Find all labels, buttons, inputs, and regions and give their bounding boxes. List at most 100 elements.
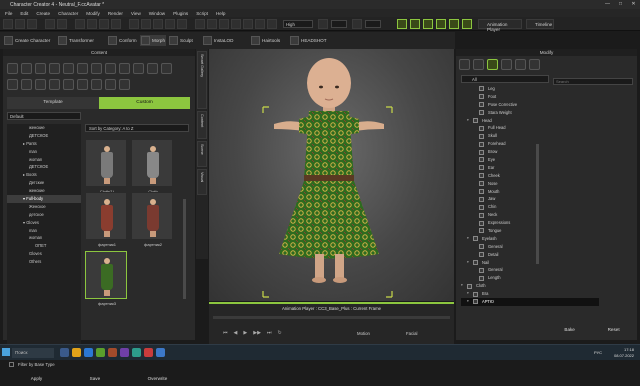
render-icon[interactable] — [318, 19, 328, 29]
head-icon[interactable] — [49, 63, 60, 74]
facial-toggle[interactable]: Facial — [406, 331, 417, 336]
camera-icon[interactable] — [129, 19, 139, 29]
project-icon[interactable] — [7, 63, 18, 74]
collision-icon[interactable] — [436, 19, 446, 29]
content-thumb[interactable]: фартник1 — [85, 192, 127, 247]
visibility-checkbox[interactable] — [479, 110, 484, 116]
menu-plugins[interactable]: Plugins — [173, 11, 188, 16]
motion-icon[interactable] — [161, 63, 172, 74]
tab-transformer[interactable]: Transformer — [57, 35, 97, 46]
morph-tree-item[interactable]: Detail — [461, 251, 599, 259]
save-button[interactable]: Save — [90, 376, 100, 386]
settings-icon[interactable] — [459, 59, 470, 70]
hair-icon[interactable] — [462, 19, 472, 29]
app-icon[interactable] — [156, 348, 165, 357]
shadow-icon[interactable] — [352, 19, 362, 29]
morph-tree-item[interactable]: Pose Corrective — [461, 101, 599, 109]
menu-create[interactable]: Create — [36, 11, 50, 16]
3d-viewport[interactable] — [209, 49, 454, 301]
morph-tree-item[interactable]: Chin — [461, 203, 599, 211]
morph-tree-item[interactable]: General — [461, 266, 599, 274]
pose-icon[interactable] — [147, 63, 158, 74]
sync-icon[interactable] — [423, 19, 433, 29]
zoom-icon[interactable] — [255, 19, 265, 29]
visibility-checkbox[interactable] — [479, 94, 484, 100]
open-icon[interactable] — [15, 19, 25, 29]
prev-frame-icon[interactable]: ◀ — [234, 330, 238, 336]
menu-modify[interactable]: Modify — [86, 11, 100, 16]
maximize-button[interactable]: □ — [614, 0, 627, 9]
select-icon[interactable] — [75, 19, 85, 29]
morph-tree-item[interactable]: Ear — [461, 164, 599, 172]
tree-item[interactable]: Others — [7, 258, 81, 266]
visibility-checkbox[interactable] — [479, 228, 484, 234]
tree-item[interactable]: woman — [7, 234, 81, 242]
view-front-icon[interactable] — [195, 19, 205, 29]
menu-help[interactable]: Help — [216, 11, 225, 16]
tab-custom[interactable]: Custom — [99, 97, 190, 109]
tab-visual[interactable]: Visual — [197, 169, 207, 195]
task-view-icon[interactable] — [60, 348, 69, 357]
filter-base-type-checkbox[interactable]: Filter by Base Type — [9, 359, 60, 369]
physics-icon[interactable] — [449, 19, 459, 29]
morph-tree-item[interactable]: Forehead — [461, 140, 599, 148]
tree-item[interactable]: man — [7, 148, 81, 156]
texture-icon[interactable] — [515, 59, 526, 70]
morph-tree-item[interactable]: Cheek — [461, 172, 599, 180]
character-icon[interactable] — [21, 63, 32, 74]
tree-item[interactable]: детское — [7, 211, 81, 219]
grid-icon[interactable] — [153, 19, 163, 29]
sort-dropdown[interactable]: Sort by Category: A to Z — [85, 124, 189, 132]
render-icon[interactable] — [91, 79, 102, 90]
morph-scrollbar[interactable] — [536, 144, 539, 264]
app-icon[interactable] — [132, 348, 141, 357]
tree-item[interactable]: женские — [7, 187, 81, 195]
morph-tree-item[interactable]: Full Head — [461, 124, 599, 132]
new-icon[interactable] — [3, 19, 13, 29]
morph-tree-item[interactable]: ▾ Bra — [461, 290, 599, 298]
physics-icon[interactable] — [529, 59, 540, 70]
view-side-icon[interactable] — [207, 19, 217, 29]
camera-icon[interactable] — [35, 79, 46, 90]
plugin-icon[interactable] — [105, 79, 116, 90]
reset-button[interactable]: Reset — [608, 327, 620, 337]
visibility-checkbox[interactable] — [479, 196, 484, 202]
accessory-icon[interactable] — [133, 63, 144, 74]
goto-end-icon[interactable]: ⏭ — [267, 330, 272, 336]
tree-item[interactable]: ОПЕТ — [7, 242, 81, 250]
tab-content[interactable]: Content — [197, 111, 207, 139]
visibility-checkbox[interactable] — [473, 236, 478, 242]
morph-tree-item[interactable]: ▾ Head — [461, 117, 599, 125]
morph-search-input[interactable]: Search — [553, 78, 633, 85]
motion-icon[interactable] — [473, 59, 484, 70]
tree-item[interactable]: ДЕТСКОЕ — [7, 132, 81, 140]
morph-tree-item[interactable]: ▾ Nail — [461, 259, 599, 267]
scale-icon[interactable] — [111, 19, 121, 29]
visibility-checkbox[interactable] — [479, 149, 484, 155]
visibility-checkbox[interactable] — [479, 165, 484, 171]
morph-tree-item[interactable]: Skull — [461, 132, 599, 140]
atmosphere-icon[interactable] — [77, 79, 88, 90]
visibility-checkbox[interactable] — [479, 212, 484, 218]
redo-icon[interactable] — [57, 19, 67, 29]
scene-icon[interactable] — [7, 79, 18, 90]
tab-instalod[interactable]: InstaLOD — [202, 35, 238, 46]
morph-filter-dropdown[interactable]: All — [461, 75, 549, 83]
visibility-checkbox[interactable] — [473, 291, 478, 297]
visibility-checkbox[interactable] — [479, 204, 484, 210]
menu-render[interactable]: Render — [108, 11, 123, 16]
beard-icon[interactable] — [91, 63, 102, 74]
tree-item[interactable]: woman — [7, 156, 81, 164]
wireframe-icon[interactable] — [177, 19, 187, 29]
menu-edit[interactable]: Edit — [20, 11, 28, 16]
content-scrollbar[interactable] — [183, 199, 186, 299]
morph-tree-item-selected[interactable]: ▾ АРТЮ — [461, 298, 599, 306]
character-creator-icon[interactable] — [96, 348, 105, 357]
fit-view-icon[interactable] — [243, 19, 253, 29]
hair-icon[interactable] — [77, 63, 88, 74]
edge-icon[interactable] — [84, 348, 93, 357]
tab-headshot[interactable]: HEADSHOT — [289, 35, 331, 46]
tab-conform[interactable]: Conform — [107, 35, 139, 46]
next-frame-icon[interactable]: ▶▶ — [253, 330, 261, 336]
visibility-checkbox[interactable] — [479, 173, 484, 179]
